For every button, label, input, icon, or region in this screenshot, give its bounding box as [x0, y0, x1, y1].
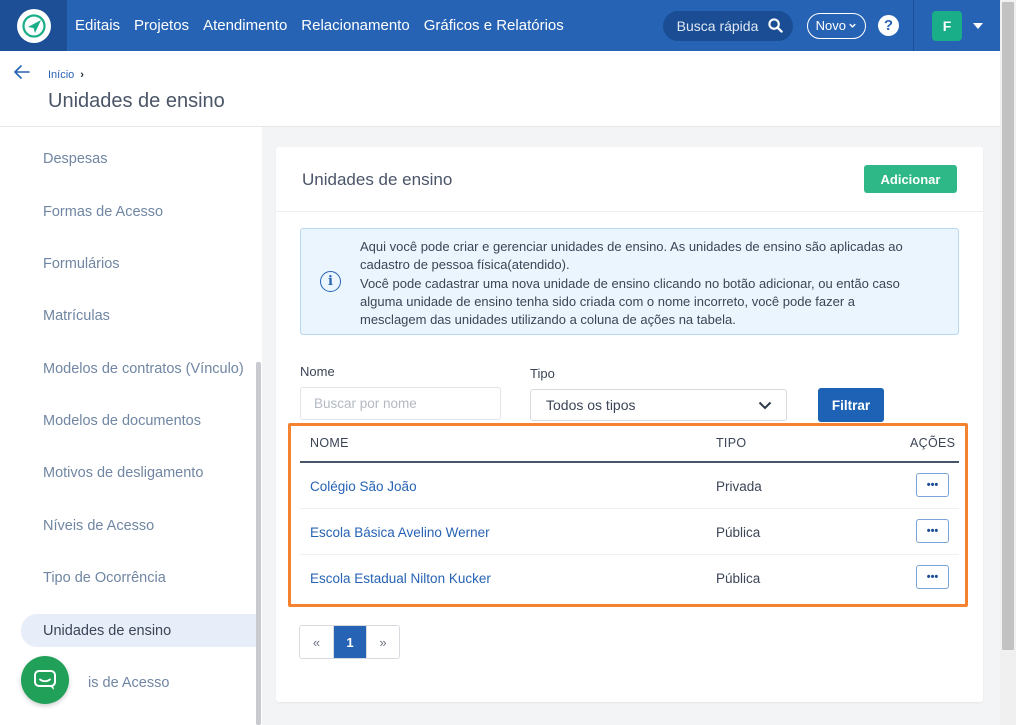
top-navbar: Editais Projetos Atendimento Relacioname… — [0, 0, 1000, 51]
chat-icon — [34, 670, 56, 690]
unit-type: Pública — [716, 571, 761, 586]
breadcrumb: Início › — [48, 69, 84, 81]
name-search-placeholder: Buscar por nome — [314, 396, 417, 411]
row-actions-button[interactable]: ••• — [916, 565, 949, 589]
chevron-down-icon — [849, 23, 856, 28]
type-select[interactable]: Todos os tipos — [530, 389, 787, 421]
sidebar-scrollbar[interactable] — [256, 362, 261, 725]
chat-launcher[interactable] — [21, 656, 69, 704]
search-icon — [768, 18, 783, 33]
unidades-card: Unidades de ensino Adicionar i Aqui você… — [276, 147, 983, 702]
unit-type: Privada — [716, 479, 762, 494]
info-line: Você pode cadastrar uma nova unidade de … — [360, 275, 900, 291]
table-row: Escola Básica Avelino Werner Pública ••• — [300, 509, 959, 555]
caret-down-icon[interactable] — [972, 20, 984, 32]
sidebar-item-matriculas[interactable]: Matrículas — [21, 299, 256, 332]
main-nav: Editais Projetos Atendimento Relacioname… — [75, 17, 578, 34]
unit-name-link[interactable]: Colégio São João — [310, 479, 417, 494]
nav-item-atendimento[interactable]: Atendimento — [203, 17, 287, 34]
settings-sidebar: Despesas Formas de Acesso Formulários Ma… — [0, 127, 262, 725]
column-header-actions: AÇÕES — [910, 436, 956, 450]
page-header: Início › Unidades de ensino — [0, 51, 1000, 127]
info-text: Aqui você pode criar e gerenciar unidade… — [360, 238, 950, 329]
sidebar-item-unidades-de-ensino[interactable]: Unidades de ensino — [21, 614, 256, 647]
column-header-type[interactable]: TIPO — [716, 436, 746, 450]
nav-item-projetos[interactable]: Projetos — [134, 17, 189, 34]
breadcrumb-home[interactable]: Início — [48, 69, 74, 81]
navbar-divider — [913, 0, 914, 51]
filter-button[interactable]: Filtrar — [818, 388, 884, 422]
info-icon: i — [320, 271, 341, 292]
back-arrow-icon[interactable] — [14, 65, 30, 79]
sidebar-item-despesas[interactable]: Despesas — [21, 142, 256, 175]
row-actions-button[interactable]: ••• — [916, 519, 949, 543]
unit-name-link[interactable]: Escola Básica Avelino Werner — [310, 525, 490, 540]
name-filter-label: Nome — [300, 364, 335, 379]
sidebar-item-niveis-de-acesso[interactable]: Níveis de Acesso — [21, 509, 256, 542]
card-divider — [276, 211, 983, 212]
row-actions-button[interactable]: ••• — [916, 473, 949, 497]
info-line: cadastro de pessoa física(atendido). — [360, 257, 570, 273]
table-row: Escola Estadual Nilton Kucker Pública ••… — [300, 555, 959, 601]
unit-type: Pública — [716, 525, 761, 540]
breadcrumb-separator: › — [80, 69, 84, 81]
novo-button[interactable]: Novo — [806, 12, 866, 39]
name-search-input[interactable]: Buscar por nome — [300, 387, 501, 420]
table-row: Colégio São João Privada ••• — [300, 463, 959, 509]
sidebar-item-modelos-de-documentos[interactable]: Modelos de documentos — [21, 404, 256, 437]
info-line: mesclagem das unidades utilizando a colu… — [360, 312, 736, 328]
type-filter-label: Tipo — [530, 366, 555, 381]
pagination-page-current[interactable]: 1 — [333, 626, 366, 658]
pagination: « 1 » — [299, 625, 400, 659]
page-title: Unidades de ensino — [48, 90, 225, 112]
sidebar-item-formas-de-acesso[interactable]: Formas de Acesso — [21, 195, 256, 228]
help-icon[interactable]: ? — [878, 15, 899, 36]
quick-search[interactable]: Busca rápida — [662, 10, 793, 41]
sidebar-item-formularios[interactable]: Formulários — [21, 247, 256, 280]
info-alert: i Aqui você pode criar e gerenciar unida… — [300, 228, 959, 335]
nav-item-relacionamento[interactable]: Relacionamento — [301, 17, 409, 34]
user-avatar[interactable]: F — [932, 10, 962, 41]
nav-item-editais[interactable]: Editais — [75, 17, 120, 34]
app-logo[interactable] — [0, 0, 67, 51]
sidebar-item-modelos-de-contratos[interactable]: Modelos de contratos (Vínculo) — [21, 352, 256, 385]
info-line: alguma unidade de ensino tenha sido cria… — [360, 293, 856, 309]
novo-button-label: Novo — [815, 18, 846, 33]
navbar-actions: Busca rápida Novo ? F — [662, 0, 1000, 51]
chevron-down-icon — [758, 401, 772, 409]
quick-search-label: Busca rápida — [676, 17, 759, 34]
column-header-name[interactable]: NOME — [310, 436, 349, 450]
unit-name-link[interactable]: Escola Estadual Nilton Kucker — [310, 571, 491, 586]
nav-item-graficos-relatorios[interactable]: Gráficos e Relatórios — [424, 17, 564, 34]
page-scrollbar-thumb[interactable] — [1002, 2, 1014, 650]
logo-icon — [16, 8, 51, 43]
page-scrollbar[interactable] — [1000, 0, 1016, 725]
sidebar-item-tipo-de-ocorrencia[interactable]: Tipo de Ocorrência — [21, 561, 256, 594]
type-select-value: Todos os tipos — [546, 397, 636, 413]
sidebar-item-motivos-de-desligamento[interactable]: Motivos de desligamento — [21, 456, 256, 489]
pagination-prev[interactable]: « — [300, 626, 333, 658]
info-line: Aqui você pode criar e gerenciar unidade… — [360, 239, 903, 254]
pagination-next[interactable]: » — [366, 626, 399, 658]
card-title: Unidades de ensino — [302, 170, 453, 189]
add-button[interactable]: Adicionar — [864, 165, 957, 193]
